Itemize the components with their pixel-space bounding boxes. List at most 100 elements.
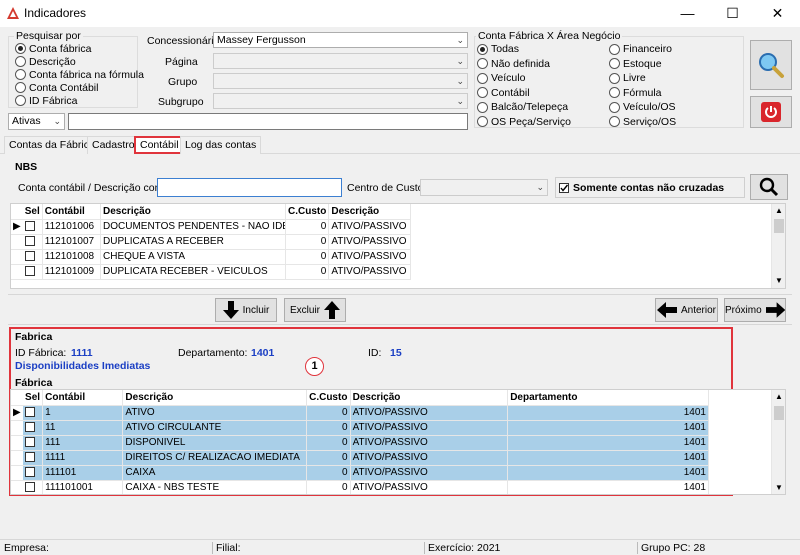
area-right-options: Financeiro Estoque Livre Fórmula Veículo… [609,42,676,129]
cell-ccusto: 0 [306,465,351,481]
table-row[interactable]: 112101007 DUPLICATAS A RECEBER 0 ATIVO/P… [11,234,411,250]
col-descricao: Descrição [122,390,308,406]
cell-descricao: DUPLICATA RECEBER - VEICULOS [100,264,287,280]
nbs-search-button[interactable] [750,174,788,200]
row-checkbox[interactable] [23,480,44,494]
minimize-button[interactable]: — [665,0,710,27]
row-checkbox[interactable] [23,420,44,436]
scroll-up-icon[interactable]: ▲ [775,206,783,215]
radio-area-servico-os[interactable]: Serviço/OS [609,115,676,130]
radio-conta-fabrica-formula[interactable]: Conta fábrica na fórmula [15,68,144,81]
radio-area-formula[interactable]: Fórmula [609,86,676,101]
table-row[interactable]: 112101009 DUPLICATA RECEBER - VEICULOS 0… [11,264,411,280]
row-pointer-cell [11,465,24,481]
row-checkbox[interactable] [22,234,43,250]
col-contabil: Contábil [42,390,124,406]
scroll-down-icon[interactable]: ▼ [775,276,783,285]
table-row[interactable]: 1111 DIREITOS C/ REALIZACAO IMEDIATA 0 A… [11,450,709,466]
maximize-button[interactable]: ☐ [710,0,755,27]
col-descricao2: Descrição [350,390,509,406]
radio-area-veiculo[interactable]: Veículo [477,71,571,86]
table-row[interactable]: 111101 CAIXA 0 ATIVO/PASSIVO 1401 [11,465,709,481]
row-checkbox[interactable] [23,450,44,466]
fabrica-scrollbar[interactable]: ▲ ▼ [771,390,785,494]
status-empresa: Empresa: [4,542,49,554]
radio-area-estoque[interactable]: Estoque [609,57,676,72]
radio-indicator [477,87,488,99]
row-checkbox[interactable] [22,249,43,265]
chevron-down-icon: ⌄ [456,76,464,86]
search-button[interactable] [750,40,792,90]
grupo-select[interactable]: ⌄ [213,73,468,89]
radio-id-fabrica[interactable]: ID Fábrica [15,94,144,107]
nbs-section-label: NBS [15,161,38,173]
close-button[interactable]: ✕ [755,0,800,27]
cell-ccusto: 0 [285,234,330,250]
col-descricao2: Descrição [328,204,411,220]
row-checkbox[interactable] [23,465,44,481]
row-checkbox[interactable] [22,264,43,280]
scroll-down-icon[interactable]: ▼ [775,483,783,492]
exclude-button[interactable]: Excluir [284,298,346,322]
radio-area-veiculo-os[interactable]: Veículo/OS [609,100,676,115]
app-logo-icon [7,7,19,19]
radio-indicator [15,95,26,106]
subgrupo-select[interactable]: ⌄ [213,93,468,109]
power-button[interactable] [750,96,792,128]
status-separator [212,542,213,554]
scroll-thumb[interactable] [774,219,784,233]
radio-descricao[interactable]: Descrição [15,55,144,68]
tab-contabil[interactable]: Contábil [134,136,185,154]
tab-cadastro[interactable]: Cadastro [87,136,140,154]
next-button[interactable]: Próximo [724,298,786,322]
table-row[interactable]: 112101008 CHEQUE A VISTA 0 ATIVO/PASSIVO [11,249,411,265]
cell-contabil: 1 [42,405,124,421]
row-checkbox[interactable] [22,219,43,235]
col-contabil: Contábil [42,204,102,220]
table-row[interactable]: 111 DISPONIVEL 0 ATIVO/PASSIVO 1401 [11,435,709,451]
table-row[interactable]: ▶ 112101006 DOCUMENTOS PENDENTES - NAO I… [11,219,411,235]
table-row[interactable]: 111101001 CAIXA - NBS TESTE 0 ATIVO/PASS… [11,480,709,494]
radio-area-todas[interactable]: Todas [477,42,571,57]
cell-contabil: 111 [42,435,124,451]
radio-indicator [15,82,26,93]
cost-center-select[interactable]: ⌄ [420,179,548,196]
radio-conta-contabil[interactable]: Conta Contábil [15,81,144,94]
area-left-options: Todas Não definida Veículo Contábil Balc… [477,42,571,129]
table-row[interactable]: 11 ATIVO CIRCULANTE 0 ATIVO/PASSIVO 1401 [11,420,709,436]
include-button[interactable]: Incluir [215,298,277,322]
only-uncrossed-checkbox[interactable]: Somente contas não cruzadas [555,177,745,198]
checkbox-box [25,482,36,493]
scroll-up-icon[interactable]: ▲ [775,392,783,401]
table-row[interactable]: ▶ 1 ATIVO 0 ATIVO/PASSIVO 1401 [11,405,709,421]
pagina-select[interactable]: ⌄ [213,53,468,69]
radio-indicator [609,43,620,55]
radio-area-contabil[interactable]: Contábil [477,86,571,101]
radio-area-balcao[interactable]: Balcão/Telepeça [477,100,571,115]
row-checkbox[interactable] [23,405,44,421]
cell-descricao2: ATIVO/PASSIVO [328,264,411,280]
scroll-thumb[interactable] [774,406,784,420]
nbs-scrollbar[interactable]: ▲ ▼ [771,204,785,288]
row-checkbox[interactable] [23,435,44,451]
radio-area-nao-definida[interactable]: Não definida [477,57,571,72]
search-input[interactable] [68,113,468,130]
radio-area-os-peca[interactable]: OS Peça/Serviço [477,115,571,130]
search-options: Conta fábrica Descrição Conta fábrica na… [15,42,144,107]
account-search-input[interactable] [157,178,342,197]
chevron-down-icon: ⌄ [456,56,464,66]
status-filter-select[interactable]: Ativas ⌄ [8,113,65,130]
row-pointer-cell [11,264,23,280]
col-departamento: Departamento [507,390,709,406]
radio-area-livre[interactable]: Livre [609,71,676,86]
concessionaria-select[interactable]: Massey Fergusson ⌄ [213,32,468,48]
account-filter-label: Conta contábil / Descrição conta [18,182,170,194]
tab-contas-fabrica[interactable]: Contas da Fábrica [4,136,100,154]
previous-button[interactable]: Anterior [655,298,718,322]
radio-conta-fabrica[interactable]: Conta fábrica [15,42,144,55]
cell-descricao2: ATIVO/PASSIVO [328,234,411,250]
tab-log-contas[interactable]: Log das contas [180,136,262,154]
radio-area-financeiro[interactable]: Financeiro [609,42,676,57]
cell-ccusto: 0 [285,249,330,265]
cell-ccusto: 0 [306,435,351,451]
